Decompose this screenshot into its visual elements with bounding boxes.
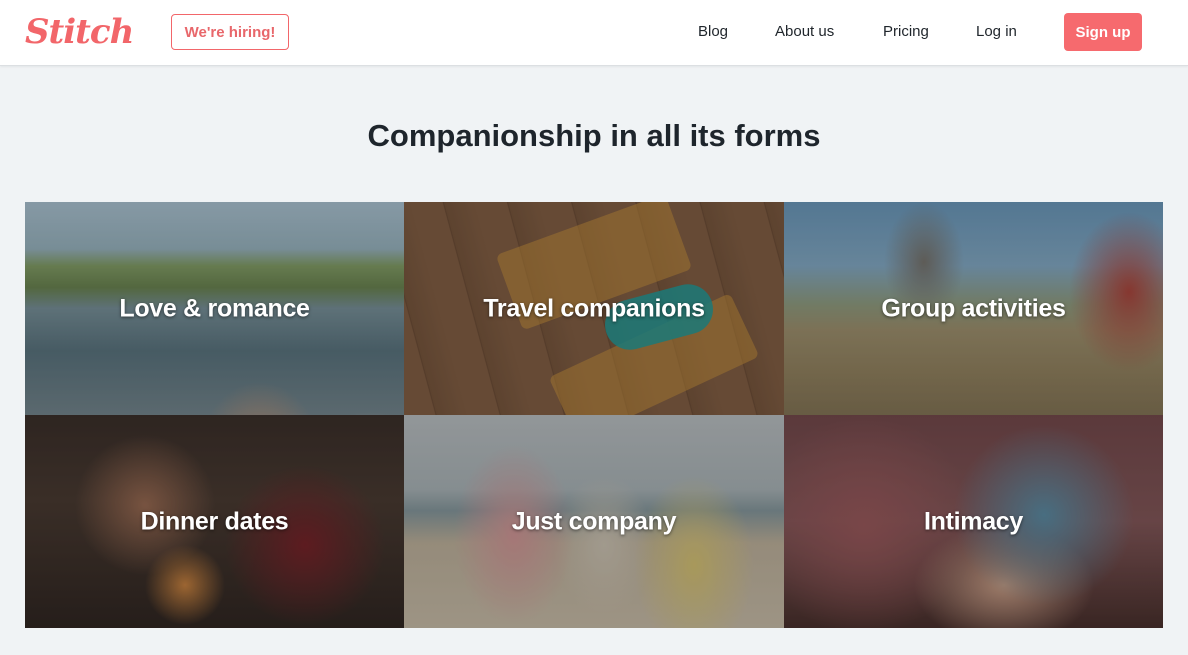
tile-label: Dinner dates [140,507,289,535]
tile-intimacy[interactable]: Intimacy [784,415,1163,628]
tile-label: Travel companions [483,294,705,322]
page-headline: Companionship in all its forms [367,118,821,153]
tile-label: Love & romance [119,294,310,322]
top-navbar: Stitch We're hiring! Blog About us Prici… [0,0,1188,66]
hiring-button[interactable]: We're hiring! [171,14,289,50]
category-grid: Love & romance Travel companions Group a… [25,202,1163,628]
tile-travel-companions[interactable]: Travel companions [404,202,784,415]
nav-link-log-in[interactable]: Log in [976,22,1017,42]
tile-dinner-dates[interactable]: Dinner dates [25,415,404,628]
sign-up-button[interactable]: Sign up [1064,13,1142,51]
tile-label: Group activities [881,294,1066,322]
nav-link-blog[interactable]: Blog [698,22,728,42]
tile-just-company[interactable]: Just company [404,415,784,628]
tile-love-romance[interactable]: Love & romance [25,202,404,415]
nav-link-about-us[interactable]: About us [775,22,834,42]
tile-label: Intimacy [923,507,1024,535]
tile-group-activities[interactable]: Group activities [784,202,1163,415]
tile-label: Just company [511,507,677,535]
stitch-logo[interactable]: Stitch [25,10,134,54]
nav-link-pricing[interactable]: Pricing [883,22,929,42]
